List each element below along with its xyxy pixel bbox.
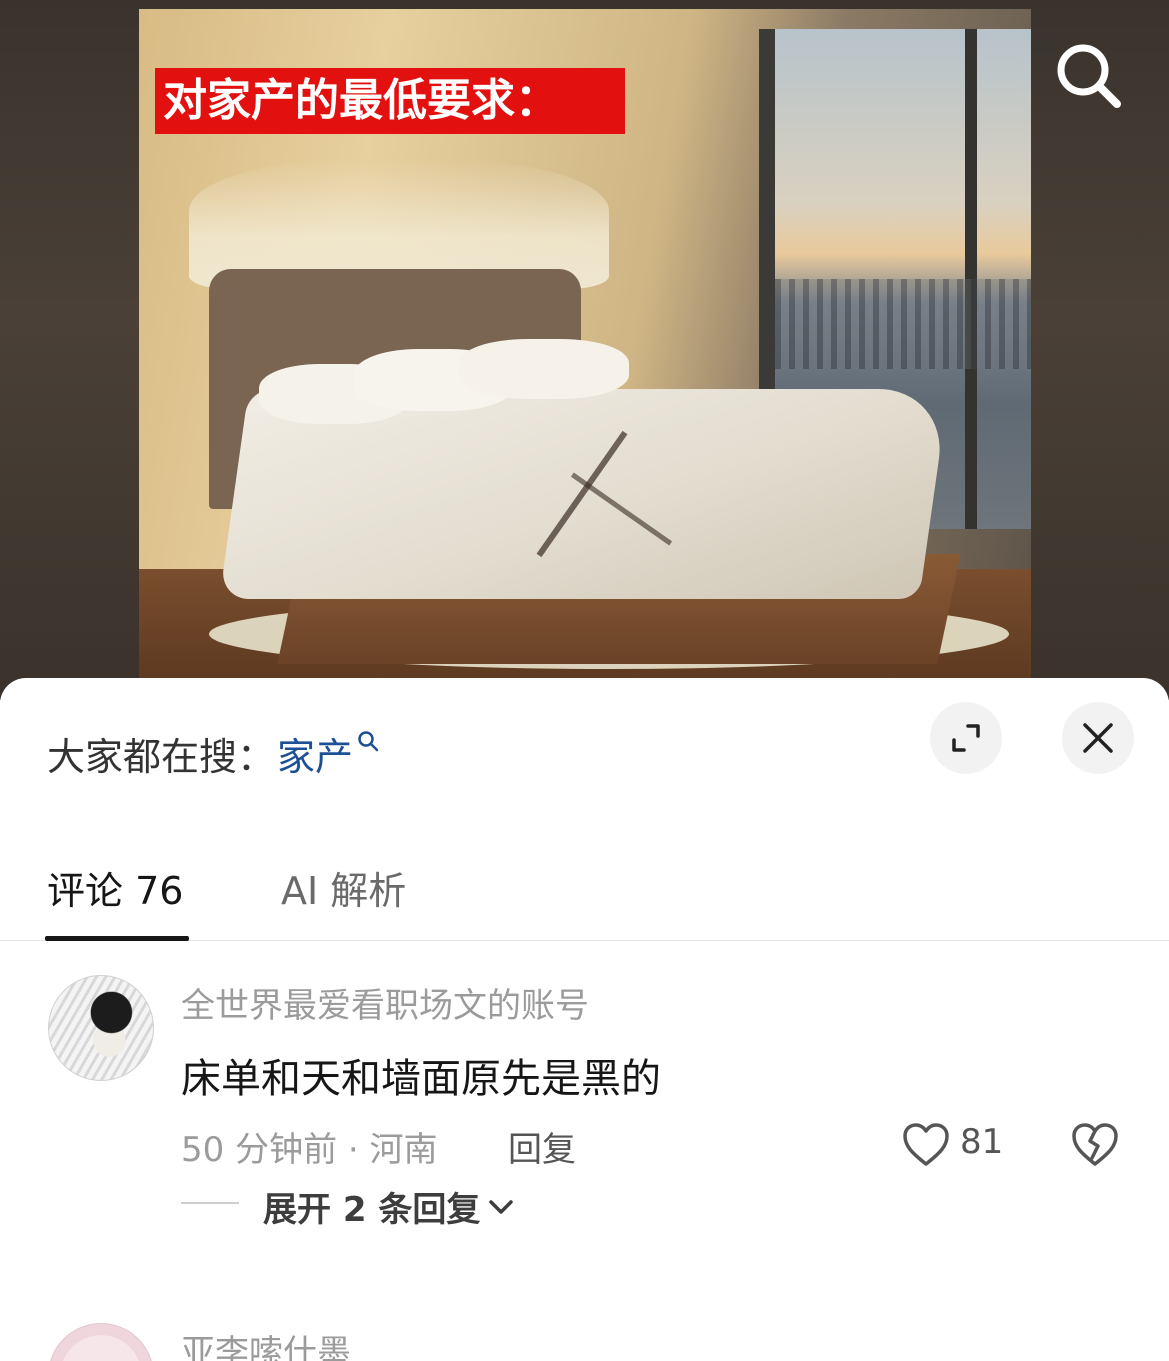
chevron-down-icon [489, 1199, 514, 1214]
reply-button[interactable]: 回复 [508, 1122, 576, 1171]
media-viewer[interactable]: 对家产的最低要求： [0, 0, 1169, 700]
expand-icon [952, 724, 980, 752]
avatar[interactable] [48, 975, 154, 1081]
trending-search[interactable]: 大家都在搜： 家产 [47, 726, 379, 781]
tab-ai-analysis[interactable]: AI 解析 [281, 860, 406, 915]
comment-text: 床单和天和墙面原先是黑的 [181, 1056, 661, 1102]
comment-sheet: 大家都在搜： 家产 评论 76 AI 解析 全世界最爱看职场文的账号 床单和天和… [0, 678, 1169, 1361]
tab-comments[interactable]: 评论 76 [47, 860, 183, 915]
close-button[interactable] [1062, 702, 1134, 774]
heart-icon[interactable] [902, 1122, 950, 1168]
like-count: 81 [960, 1122, 1004, 1162]
expand-replies-label: 展开 2 条回复 [263, 1190, 481, 1230]
search-button[interactable] [1053, 40, 1125, 112]
search-icon [1057, 44, 1121, 108]
expand-divider [181, 1202, 239, 1204]
broken-heart-icon[interactable] [1070, 1122, 1120, 1168]
trending-label: 大家都在搜： [47, 734, 276, 779]
active-tab-indicator [45, 936, 189, 941]
close-icon [1083, 723, 1113, 753]
image-caption: 对家产的最低要求： [155, 68, 625, 134]
avatar[interactable] [48, 1323, 154, 1361]
expand-button[interactable] [930, 702, 1002, 774]
expand-replies-button[interactable]: 展开 2 条回复 [263, 1182, 514, 1231]
comment-tabs: 评论 76 AI 解析 [0, 838, 1169, 941]
comment-username[interactable]: 亚李嗦什墨 [181, 1325, 351, 1361]
search-icon [358, 731, 379, 752]
comment-username[interactable]: 全世界最爱看职场文的账号 [181, 978, 589, 1027]
trending-keyword[interactable]: 家产 [277, 726, 353, 781]
comment-time-location: 50 分钟前 · 河南 [181, 1130, 438, 1170]
